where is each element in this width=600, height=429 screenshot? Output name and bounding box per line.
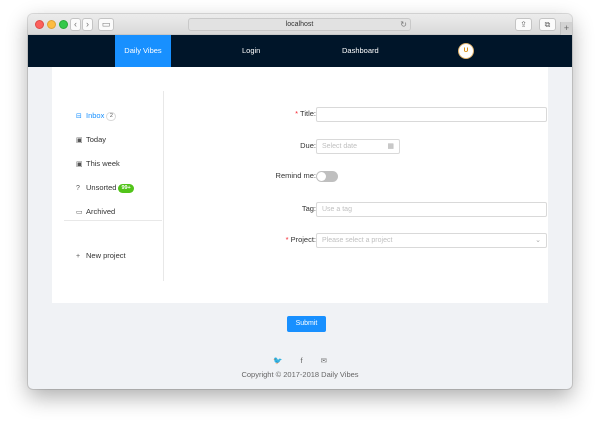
remind-me-switch[interactable]	[316, 171, 338, 182]
login-link[interactable]: Login	[242, 35, 260, 67]
sidebar-item-label: Unsorted	[86, 183, 117, 192]
sidebar-item-today[interactable]: ▣ Today	[76, 134, 106, 146]
sidebar-item-unsorted[interactable]: ? Unsorted 99+	[76, 182, 134, 194]
sidebar-item-label: Today	[86, 135, 107, 144]
switch-knob	[317, 172, 326, 181]
new-project-label: New project	[86, 251, 126, 260]
plus-icon: +	[563, 23, 570, 33]
sidebar-item-inbox[interactable]: ⊟ Inbox 2	[76, 110, 117, 122]
forward-button[interactable]: ›	[82, 18, 93, 31]
facebook-icon[interactable]: f	[300, 356, 302, 365]
due-date-picker[interactable]: Select date ▦	[316, 139, 400, 154]
mail-icon[interactable]: ✉	[321, 356, 327, 365]
avatar[interactable]: U	[458, 43, 474, 59]
tag-label: Tag:	[301, 204, 316, 213]
tabs-icon: ⧉	[544, 20, 551, 29]
zoom-window-button[interactable]	[59, 20, 68, 29]
laptop-icon: ▭	[76, 209, 83, 216]
share-icon: ⇪	[520, 20, 527, 29]
close-window-button[interactable]	[35, 20, 44, 29]
reload-icon[interactable]: ↻	[400, 19, 407, 30]
due-label: Due:	[300, 141, 316, 150]
calendar-week-icon: ▣	[76, 161, 83, 168]
new-tab-button[interactable]: +	[560, 22, 572, 35]
back-button[interactable]: ‹	[70, 18, 81, 31]
sidebar-toggle-button[interactable]: ▭	[98, 18, 114, 31]
inbox-icon: ⊟	[76, 113, 82, 120]
sidebar-item-label: Archived	[86, 207, 116, 216]
chevron-down-icon: ⌄	[535, 237, 541, 244]
inbox-count-badge: 2	[106, 112, 117, 121]
dashboard-link[interactable]: Dashboard	[342, 35, 379, 67]
due-placeholder: Select date	[322, 143, 358, 150]
vertical-divider	[163, 91, 164, 281]
sidebar-divider	[64, 220, 162, 221]
title-label: * Title:	[295, 109, 316, 118]
plus-icon: +	[76, 253, 81, 260]
tag-placeholder: Use a tag	[322, 206, 352, 213]
question-icon: ?	[76, 185, 80, 192]
project-select[interactable]: Please select a project ⌄	[316, 233, 547, 248]
twitter-icon[interactable]: 🐦	[273, 356, 282, 365]
footer-social: 🐦 f ✉	[28, 356, 572, 365]
address-bar[interactable]: localhost ↻	[188, 18, 411, 31]
remind-me-label: Remind me:	[275, 171, 316, 180]
calendar-icon: ▦	[387, 143, 394, 150]
minimize-window-button[interactable]	[47, 20, 56, 29]
brand-link[interactable]: Daily Vibes	[115, 35, 171, 67]
show-tabs-button[interactable]: ⧉	[539, 18, 556, 31]
copyright-text: Copyright © 2017-2018 Daily Vibes	[241, 370, 359, 379]
project-label: * Project:	[285, 235, 316, 244]
sidebar-item-this-week[interactable]: ▣ This week	[76, 158, 120, 170]
app-header: Daily Vibes Login Dashboard U	[28, 35, 572, 67]
submit-button[interactable]: Submit	[287, 316, 326, 332]
browser-window: ‹ › ▭ localhost ↻ ⇪ ⧉ + Daily Vibes Logi…	[28, 14, 572, 389]
title-input[interactable]	[316, 107, 547, 122]
tag-input[interactable]: Use a tag	[316, 202, 547, 217]
new-project-button[interactable]: + New project	[76, 250, 126, 262]
share-button[interactable]: ⇪	[515, 18, 532, 31]
sidebar-item-label: This week	[86, 159, 120, 168]
unsorted-count-badge: 99+	[118, 184, 134, 193]
calendar-icon: ▣	[76, 137, 83, 144]
sidebar-item-label: Inbox	[86, 111, 105, 120]
chevron-right-icon: ›	[86, 19, 89, 29]
chevron-left-icon: ‹	[74, 19, 77, 29]
url-text: localhost	[285, 21, 314, 28]
project-placeholder: Please select a project	[322, 237, 393, 244]
browser-titlebar: ‹ › ▭ localhost ↻ ⇪ ⧉ +	[28, 14, 572, 35]
sidebar-item-archived[interactable]: ▭ Archived	[76, 206, 115, 218]
sidebar-icon: ▭	[101, 19, 111, 29]
content-card: ⊟ Inbox 2 ▣ Today ▣ This week ? Unsorted 99+ ▭…	[52, 67, 548, 332]
